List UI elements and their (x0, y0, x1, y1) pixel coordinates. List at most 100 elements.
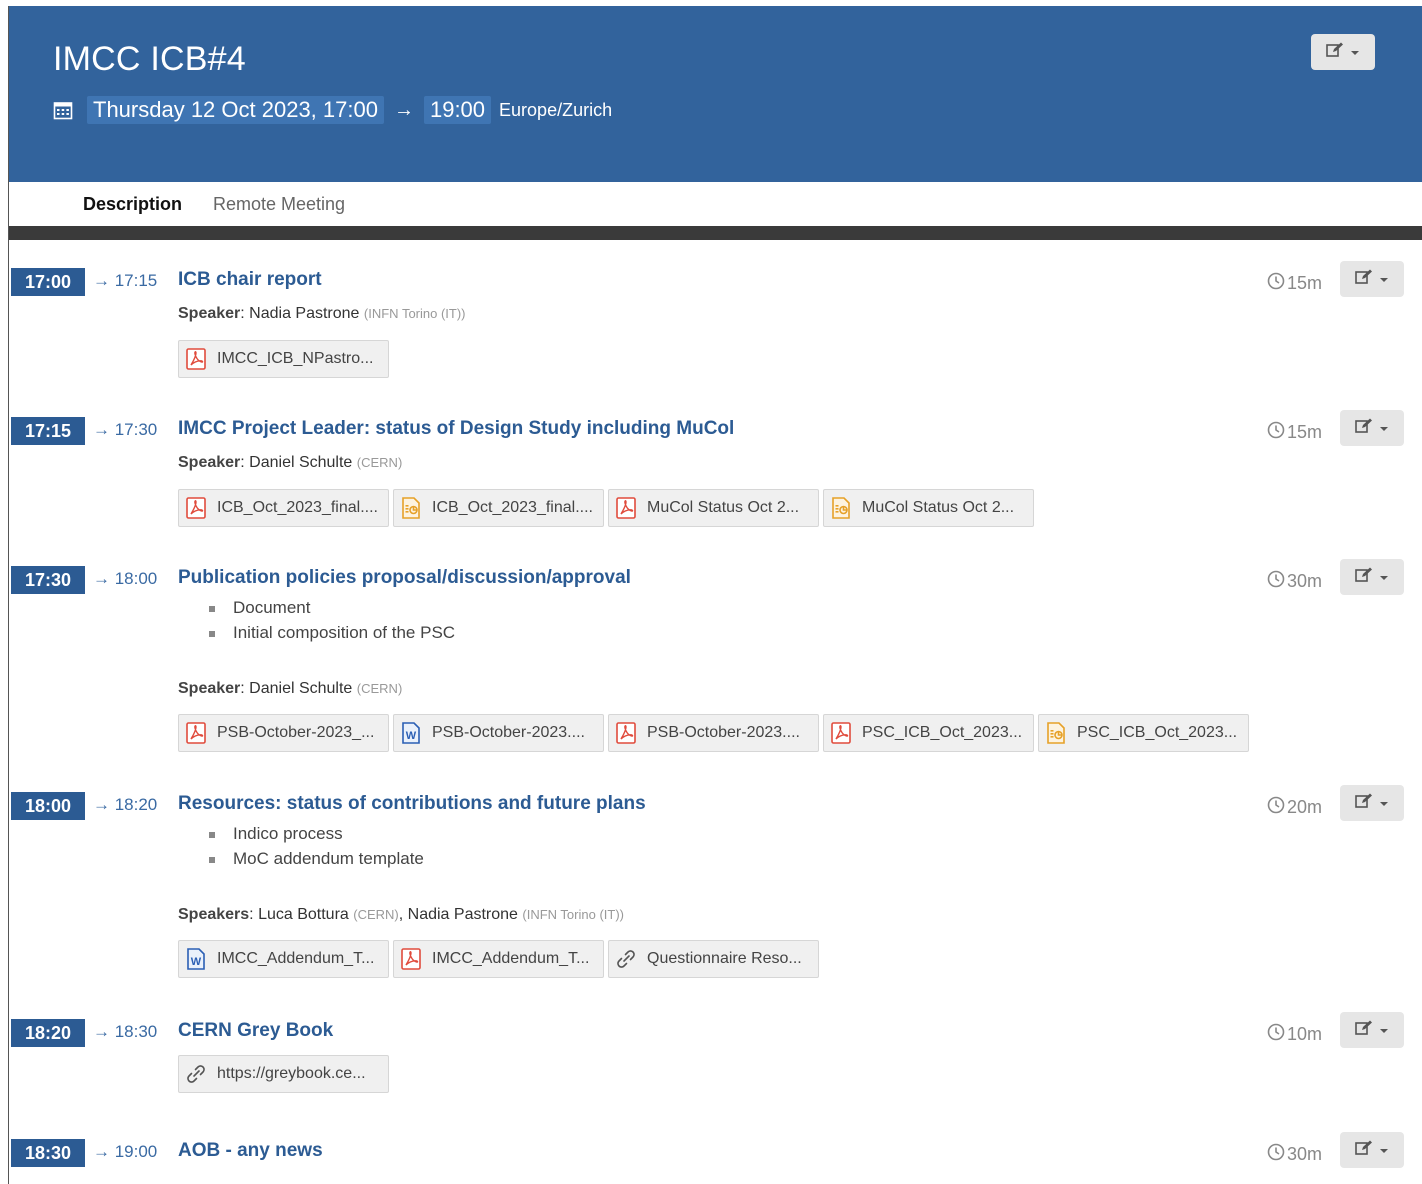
word-file-icon: W (400, 722, 422, 744)
caret-down-icon (1379, 419, 1389, 437)
attachment-word[interactable]: W IMCC_Addendum_T... (178, 940, 389, 978)
attachment-name: IMCC_ICB_NPastro... (217, 350, 374, 367)
entry-start-time[interactable]: 18:20 (11, 1019, 85, 1047)
edit-icon (1326, 42, 1344, 63)
speaker-affiliation: (CERN) (356, 681, 403, 696)
entry-speakers: Speaker: Nadia Pastrone (INFN Torino (IT… (178, 305, 466, 322)
clock-icon (1267, 570, 1285, 593)
clock-icon (1267, 796, 1285, 819)
edit-icon (1355, 567, 1373, 588)
attachment-pdf[interactable]: PSC_ICB_Oct_2023... (823, 714, 1034, 752)
entry-title[interactable]: IMCC Project Leader: status of Design St… (178, 418, 734, 440)
caret-down-icon (1379, 1141, 1389, 1159)
entry-start-time[interactable]: 17:00 (11, 268, 85, 296)
attachment-name: https://greybook.ce... (217, 1065, 366, 1082)
description-item: Indico process (209, 824, 424, 849)
event-edit-button[interactable] (1311, 34, 1375, 70)
entry-speakers: Speakers: Luca Bottura (CERN), Nadia Pas… (178, 906, 624, 923)
attachment-name: PSC_ICB_Oct_2023... (1077, 724, 1238, 741)
attachment-name: MuCol Status Oct 2... (647, 499, 800, 516)
clock-icon (1267, 1023, 1285, 1046)
entry-end-time: → 19:00 (93, 1142, 158, 1161)
attachment-pdf[interactable]: ICB_Oct_2023_final.... (178, 489, 389, 527)
attachment-pdf[interactable]: PSB-October-2023_... (178, 714, 389, 752)
duration-label: 15m (1287, 273, 1323, 293)
entry-duration: 15m (1267, 421, 1322, 444)
attachment-pdf[interactable]: IMCC_Addendum_T... (393, 940, 604, 978)
attachment-ppt[interactable]: MuCol Status Oct 2... (823, 489, 1034, 527)
caret-down-icon (1379, 568, 1389, 586)
speaker-affiliation: (CERN) (353, 907, 399, 922)
entry-edit-button[interactable] (1340, 1132, 1404, 1168)
link-icon (185, 1063, 207, 1085)
event-end-time: 19:00 (423, 96, 492, 124)
entry-end-time: → 18:20 (93, 795, 158, 814)
entry-speakers: Speaker: Daniel Schulte (CERN) (178, 454, 403, 471)
attachment-link[interactable]: Questionnaire Reso... (608, 940, 819, 978)
presentation-file-icon (400, 497, 422, 519)
entry-title[interactable]: CERN Grey Book (178, 1020, 333, 1042)
entry-edit-button[interactable] (1340, 410, 1404, 446)
attachment-name: MuCol Status Oct 2... (862, 499, 1015, 516)
attachment-name: ICB_Oct_2023_final.... (217, 499, 378, 516)
clock-icon (1267, 421, 1285, 444)
entry-title[interactable]: Resources: status of contributions and f… (178, 793, 646, 815)
description-item: Initial composition of the PSC (209, 623, 455, 648)
date-arrow: → (393, 98, 414, 121)
pdf-file-icon (185, 722, 207, 744)
attachment-name: Questionnaire Reso... (647, 950, 802, 967)
attachment-name: PSB-October-2023_... (217, 724, 375, 741)
duration-label: 15m (1287, 422, 1323, 442)
attachment-link[interactable]: https://greybook.ce... (178, 1055, 389, 1093)
attachment-name: IMCC_Addendum_T... (217, 950, 375, 967)
description-item: MoC addendum template (209, 849, 424, 874)
pdf-file-icon (400, 948, 422, 970)
entry-start-time[interactable]: 17:30 (11, 566, 85, 594)
edit-icon (1355, 418, 1373, 439)
speaker-label: Speaker (178, 454, 241, 471)
svg-text:W: W (191, 956, 202, 968)
entry-title[interactable]: AOB - any news (178, 1140, 323, 1162)
speaker-affiliation: (CERN) (356, 455, 403, 470)
caret-down-icon (1379, 1021, 1389, 1039)
speaker-affiliation: (INFN Torino (IT)) (363, 306, 466, 321)
speaker-name: Nadia Pastrone (407, 906, 518, 923)
tab-remote-meeting[interactable]: Remote Meeting (213, 194, 345, 215)
attachment-name: ICB_Oct_2023_final.... (432, 499, 593, 516)
caret-down-icon (1350, 43, 1360, 61)
entry-attachments: https://greybook.ce... (178, 1055, 389, 1093)
attachment-ppt[interactable]: PSC_ICB_Oct_2023... (1038, 714, 1249, 752)
speaker-label: Speakers (178, 906, 250, 923)
attachment-pdf[interactable]: PSB-October-2023.... (608, 714, 819, 752)
entry-edit-button[interactable] (1340, 559, 1404, 595)
entry-edit-button[interactable] (1340, 1012, 1404, 1048)
duration-label: 30m (1287, 571, 1323, 591)
entry-start-time[interactable]: 17:15 (11, 417, 85, 445)
event-date-line: Thursday 12 Oct 2023, 17:00 → 19:00 Euro… (53, 96, 612, 124)
entry-duration: 30m (1267, 570, 1322, 593)
edit-icon (1355, 793, 1373, 814)
pdf-file-icon (185, 348, 207, 370)
attachment-pdf[interactable]: IMCC_ICB_NPastro... (178, 340, 389, 378)
attachment-pdf[interactable]: MuCol Status Oct 2... (608, 489, 819, 527)
caret-down-icon (1379, 270, 1389, 288)
entry-title[interactable]: Publication policies proposal/discussion… (178, 567, 631, 589)
entry-duration: 30m (1267, 1143, 1322, 1166)
entry-duration: 15m (1267, 272, 1322, 295)
entry-start-time[interactable]: 18:00 (11, 792, 85, 820)
entry-edit-button[interactable] (1340, 785, 1404, 821)
event-page: IMCC ICB#4 Thursday 12 Oct 2023, 17:00 →… (8, 6, 1422, 1184)
tab-description[interactable]: Description (83, 194, 182, 215)
clock-icon (1267, 272, 1285, 295)
entry-title[interactable]: ICB chair report (178, 269, 322, 291)
attachment-ppt[interactable]: ICB_Oct_2023_final.... (393, 489, 604, 527)
entry-end-time: → 18:30 (93, 1022, 158, 1041)
entry-edit-button[interactable] (1340, 261, 1404, 297)
speaker-name: Luca Bottura (258, 906, 349, 923)
entry-duration: 10m (1267, 1023, 1322, 1046)
edit-icon (1355, 269, 1373, 290)
attachment-word[interactable]: W PSB-October-2023.... (393, 714, 604, 752)
speaker-label: Speaker (178, 680, 241, 697)
entry-duration: 20m (1267, 796, 1322, 819)
entry-start-time[interactable]: 18:30 (11, 1139, 85, 1167)
